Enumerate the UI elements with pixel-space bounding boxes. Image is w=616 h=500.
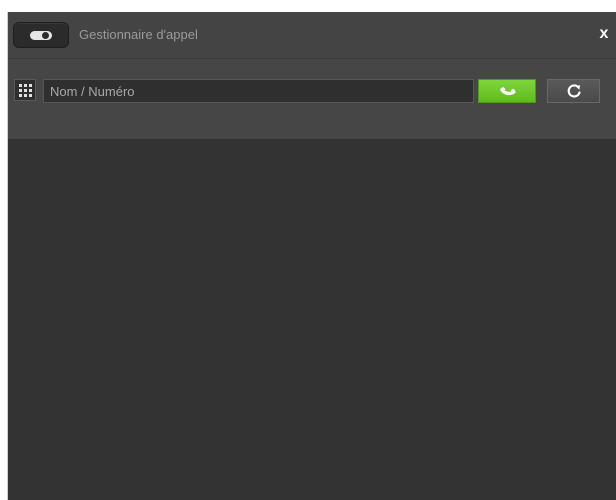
toggle-switch-icon [30, 31, 52, 40]
dialpad-button[interactable] [14, 79, 36, 101]
window-title: Gestionnaire d'appel [79, 27, 198, 42]
call-button[interactable] [478, 79, 536, 103]
title-bar: Gestionnaire d'appel x [8, 12, 616, 59]
close-button[interactable]: x [596, 25, 612, 43]
refresh-button[interactable] [547, 79, 600, 103]
call-manager-window: Gestionnaire d'appel x [8, 12, 616, 500]
refresh-icon [567, 84, 581, 98]
toggle-knob [42, 32, 49, 39]
call-list-area [8, 139, 616, 500]
search-input[interactable] [43, 79, 474, 103]
toolbar [8, 59, 616, 139]
phone-call-icon [500, 86, 516, 96]
dialpad-grid-icon [19, 84, 32, 97]
toggle-button[interactable] [13, 22, 69, 48]
